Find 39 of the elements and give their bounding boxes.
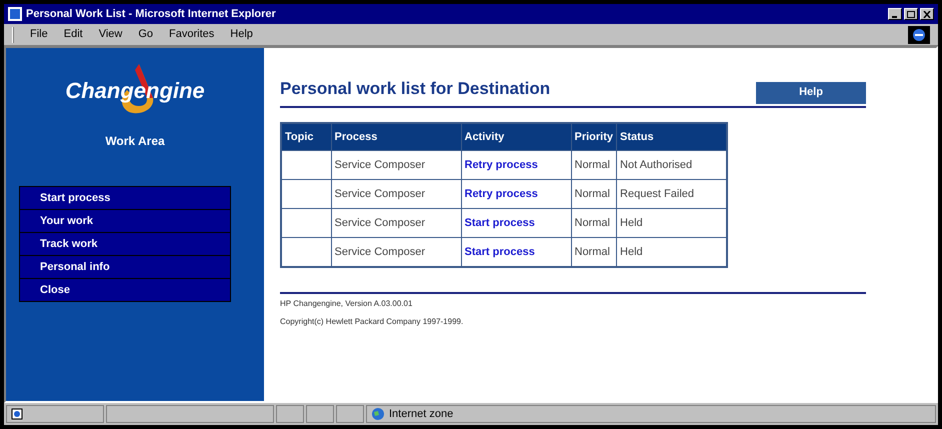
column-header: Activity xyxy=(461,122,571,150)
table-cell: Normal xyxy=(571,208,617,238)
status-pane xyxy=(336,405,364,423)
sidebar-link[interactable]: Start process xyxy=(20,187,230,209)
sidebar-link[interactable]: Close xyxy=(20,279,230,301)
page-icon xyxy=(11,408,23,420)
table-cell: Service Composer xyxy=(331,180,461,208)
table-cell: Normal xyxy=(571,180,617,208)
minimize-button[interactable] xyxy=(888,8,902,20)
zone-label: Internet zone xyxy=(389,406,454,422)
page-title: Personal work list for Destination xyxy=(280,78,550,100)
window-title: Personal Work List - Microsoft Internet Explorer xyxy=(26,6,277,22)
table-cell: Normal xyxy=(571,150,617,180)
menu-item[interactable]: View xyxy=(98,26,122,43)
maximize-icon xyxy=(907,10,915,18)
column-header: Topic xyxy=(281,122,331,150)
menu-item[interactable]: Favorites xyxy=(169,26,214,43)
status-pane xyxy=(306,405,334,423)
close-icon xyxy=(923,10,931,18)
column-header: Process xyxy=(331,122,461,150)
close-button[interactable] xyxy=(920,8,934,20)
menu-item[interactable]: Edit xyxy=(64,26,83,43)
status-pane xyxy=(276,405,304,423)
menu-item[interactable]: Go xyxy=(138,26,154,43)
footer-text: Copyright(c) Hewlett Packard Company 1997-1999. xyxy=(280,316,464,328)
sidebar-heading: Work Area xyxy=(105,133,165,150)
sidebar-link[interactable]: Track work xyxy=(20,233,230,255)
column-header: Priority xyxy=(571,122,617,150)
browser-icon xyxy=(8,7,22,21)
help-button[interactable]: Help xyxy=(756,82,866,104)
globe-icon xyxy=(371,407,385,421)
footer-text: HP Changengine, Version A.03.00.01 xyxy=(280,298,414,310)
sidebar-link[interactable]: Personal info xyxy=(20,256,230,278)
table-cell: Service Composer xyxy=(331,150,461,180)
sidebar-link[interactable]: Your work xyxy=(20,210,230,232)
table-cell: Service Composer xyxy=(331,208,461,238)
maximize-button[interactable] xyxy=(904,8,918,20)
menu-item[interactable]: File xyxy=(30,26,48,43)
menu-item[interactable]: Help xyxy=(230,26,253,43)
